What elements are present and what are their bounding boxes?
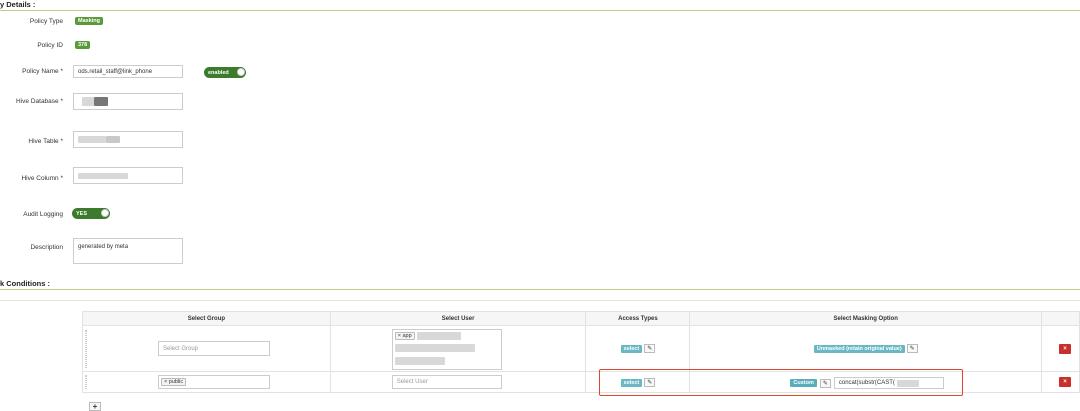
select-group-input[interactable]: Select Group bbox=[158, 341, 270, 356]
table-row: × public Select User select ✎ Custom ✎ c… bbox=[82, 371, 1080, 393]
drag-handle[interactable] bbox=[85, 330, 87, 368]
masking-controls: Custom ✎ concat(substr(CAST( bbox=[790, 377, 944, 389]
conditions-table: Select Group Select User Access Types Se… bbox=[82, 311, 1080, 393]
delete-row-button[interactable]: × bbox=[1059, 344, 1072, 354]
policy-name-value: ods.retail_staff@link_phone bbox=[78, 68, 153, 75]
group-cell: × public bbox=[82, 371, 331, 393]
select-group-input[interactable]: × public bbox=[158, 375, 270, 389]
hive-column-input[interactable] bbox=[73, 167, 183, 184]
user-tag-label: app bbox=[402, 333, 412, 339]
policy-name-input[interactable]: ods.retail_staff@link_phone bbox=[73, 65, 183, 78]
column-header: Access Types bbox=[585, 311, 691, 326]
policy-id-badge: 378 bbox=[75, 41, 91, 49]
redacted-text bbox=[896, 379, 919, 387]
masking-cell: Unmasked (retain original value) ✎ bbox=[689, 325, 1043, 372]
hive-database-input[interactable] bbox=[73, 93, 183, 110]
description-value: generated by meta bbox=[78, 244, 129, 250]
add-row-button[interactable]: + bbox=[89, 402, 101, 411]
select-user-input[interactable]: × app bbox=[391, 329, 502, 370]
hive-table-input[interactable] bbox=[73, 131, 183, 148]
enabled-toggle[interactable]: enabled bbox=[204, 67, 246, 78]
audit-logging-value: YES bbox=[76, 210, 88, 217]
description-label: Description bbox=[30, 244, 63, 251]
masking-cell: Custom ✎ concat(substr(CAST( bbox=[689, 371, 1043, 393]
audit-logging-label: Audit Logging bbox=[23, 211, 63, 218]
policy-type-label: Policy Type bbox=[29, 18, 63, 25]
conditions-title: k Conditions : bbox=[0, 279, 50, 288]
remove-tag-icon[interactable]: × bbox=[164, 379, 167, 385]
edit-masking-icon[interactable]: ✎ bbox=[819, 378, 831, 388]
group-tag[interactable]: × public bbox=[161, 378, 187, 386]
column-header: Select Masking Option bbox=[689, 311, 1043, 326]
table-header-row: Select Group Select User Access Types Se… bbox=[82, 311, 1080, 326]
redacted-text bbox=[82, 97, 94, 106]
masking-option-badge[interactable]: Unmasked (retain original value) bbox=[813, 345, 905, 353]
edit-masking-icon[interactable]: ✎ bbox=[906, 344, 918, 353]
hive-column-label: Hive Column * bbox=[21, 175, 63, 182]
select-group-placeholder: Select Group bbox=[163, 345, 199, 352]
custom-expression-input[interactable]: concat(substr(CAST( bbox=[833, 377, 944, 389]
redacted-text bbox=[94, 97, 108, 106]
group-tag-label: public bbox=[168, 379, 184, 385]
redacted-text bbox=[394, 344, 475, 353]
edit-access-icon[interactable]: ✎ bbox=[644, 377, 656, 387]
divider bbox=[0, 300, 1080, 301]
drag-handle[interactable] bbox=[85, 375, 87, 389]
delete-row-button[interactable]: × bbox=[1059, 377, 1072, 387]
redacted-text bbox=[78, 172, 128, 179]
toggle-knob bbox=[237, 68, 245, 76]
user-cell: Select User bbox=[329, 371, 587, 393]
group-cell: Select Group bbox=[82, 325, 331, 372]
table-row: Select Group × app select ✎ Unmasked (re… bbox=[82, 325, 1080, 372]
hive-table-label: Hive Table * bbox=[28, 138, 63, 145]
redacted-text bbox=[78, 136, 106, 143]
column-header: Select Group bbox=[82, 311, 331, 326]
user-tag[interactable]: × app bbox=[394, 332, 415, 340]
masking-option-badge[interactable]: Custom bbox=[790, 379, 817, 387]
custom-expression-value: concat(substr(CAST( bbox=[838, 380, 895, 386]
policy-type-badge: Masking bbox=[75, 17, 104, 25]
column-header-empty bbox=[1041, 311, 1080, 326]
hive-database-label: Hive Database * bbox=[16, 98, 63, 105]
delete-cell: × bbox=[1041, 325, 1080, 372]
redacted-text bbox=[394, 356, 445, 365]
section-divider bbox=[0, 289, 1080, 290]
delete-cell: × bbox=[1041, 371, 1080, 393]
access-cell: select ✎ bbox=[585, 325, 691, 372]
enabled-toggle-label: enabled bbox=[208, 69, 229, 76]
policy-id-label: Policy ID bbox=[37, 42, 63, 49]
policy-name-label: Policy Name * bbox=[22, 68, 63, 75]
toggle-knob bbox=[101, 209, 109, 217]
policy-details-title: y Details : bbox=[0, 0, 36, 9]
redacted-text bbox=[416, 332, 461, 340]
description-textarea[interactable]: generated by meta bbox=[73, 238, 183, 264]
user-cell: × app bbox=[329, 325, 587, 372]
select-user-placeholder: Select User bbox=[396, 379, 428, 385]
access-type-badge[interactable]: select bbox=[620, 345, 643, 353]
access-cell: select ✎ bbox=[585, 371, 691, 393]
access-type-badge[interactable]: select bbox=[620, 378, 643, 387]
audit-logging-toggle[interactable]: YES bbox=[72, 208, 110, 219]
edit-access-icon[interactable]: ✎ bbox=[644, 344, 656, 353]
redacted-text bbox=[106, 136, 120, 143]
section-divider bbox=[0, 10, 1080, 11]
column-header: Select User bbox=[329, 311, 587, 326]
remove-tag-icon[interactable]: × bbox=[398, 333, 401, 339]
select-user-input[interactable]: Select User bbox=[391, 375, 502, 389]
